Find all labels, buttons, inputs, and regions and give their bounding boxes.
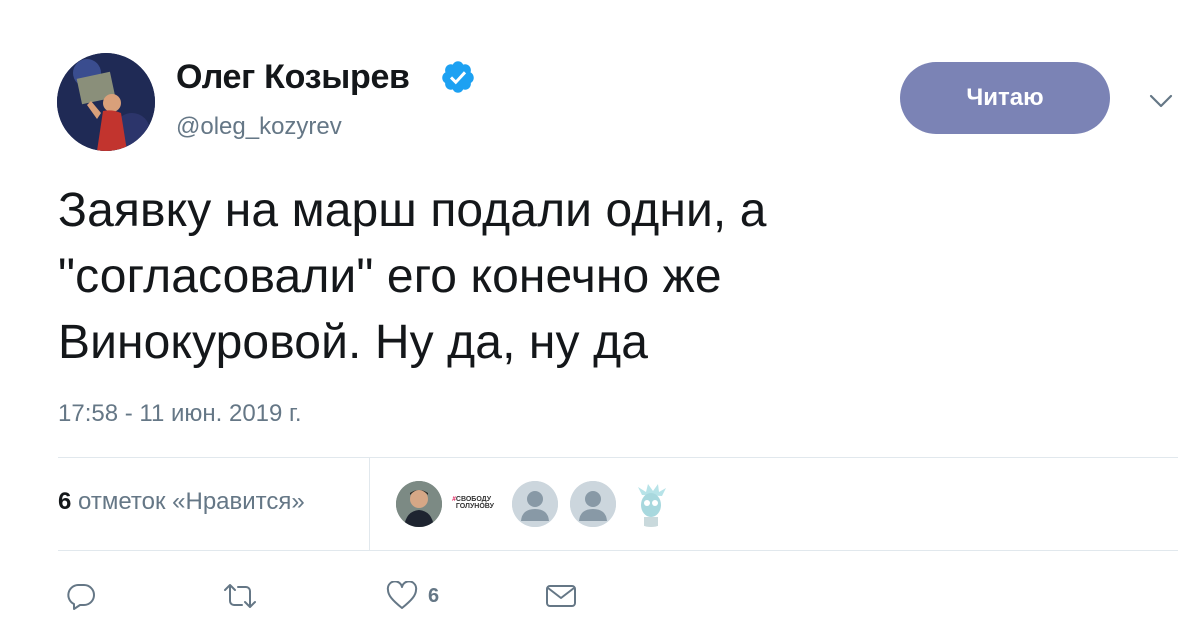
likes-count: 6 [58,488,72,515]
author-avatar[interactable] [57,53,155,151]
like-count: 6 [428,584,440,607]
heart-icon [386,581,418,609]
verified-badge-icon [442,61,474,93]
retweet-button[interactable] [222,580,258,612]
likes-summary[interactable]: 6 отметок «Нравится» [58,488,305,516]
following-button[interactable]: Читаю [900,62,1110,134]
liker-avatar[interactable] [512,481,558,527]
default-avatar-icon [570,481,616,527]
tweet-text: Заявку на марш подали одни, а "согласова… [58,178,1158,376]
author-handle[interactable]: @oleg_kozyrev [176,113,342,141]
envelope-icon [546,585,576,607]
tweet-line: Заявку на марш подали одни, а [58,184,767,237]
divider [58,457,1178,458]
liker-avatar[interactable] [628,481,674,527]
chevron-down-icon[interactable] [1148,92,1174,110]
like-button[interactable]: 6 [386,580,439,612]
liker-avatar[interactable]: #СВОБОДУ ГОЛУНОВУ [452,481,498,527]
divider [369,458,370,550]
liker-badge-text: #СВОБОДУ ГОЛУНОВУ [452,496,494,510]
likes-label: отметок «Нравится» [78,488,305,515]
tweet-timestamp[interactable]: 17:58 - 11 июн. 2019 г. [58,400,302,428]
default-avatar-icon [512,481,558,527]
retweet-icon [224,584,256,608]
divider [58,550,1178,551]
author-name[interactable]: Олег Козырев [176,58,410,97]
tweet-line: Винокуровой. Ну да, ну да [58,316,648,369]
reply-button[interactable] [66,580,96,612]
reply-icon [67,584,95,610]
direct-message-button[interactable] [545,580,577,612]
liker-avatar[interactable] [396,481,442,527]
tweet-line: "согласовали" его конечно же [58,250,722,303]
liker-avatar[interactable] [570,481,616,527]
